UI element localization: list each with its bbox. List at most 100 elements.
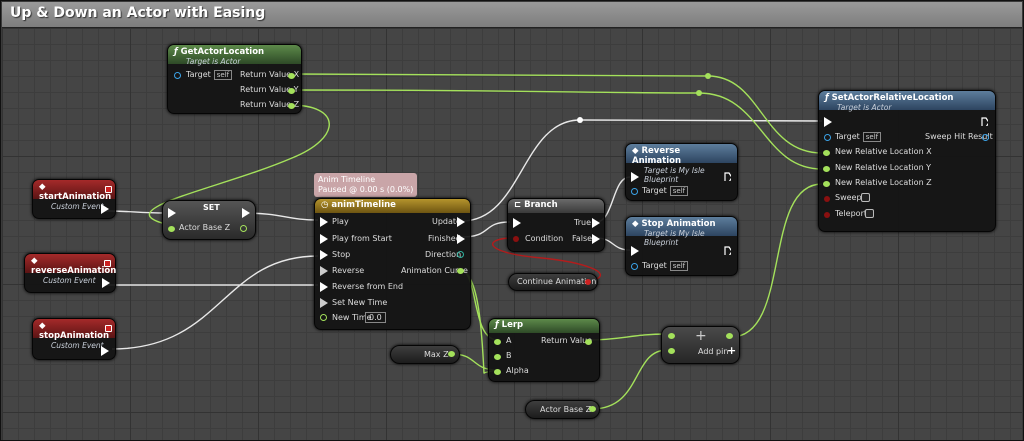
return-z-pin[interactable] [288, 103, 295, 109]
a-pin[interactable] [494, 339, 501, 345]
true-pin[interactable] [592, 218, 600, 228]
direction-pin[interactable] [457, 251, 464, 258]
self-box[interactable]: self [669, 261, 689, 271]
return-x-pin[interactable] [288, 73, 295, 79]
exec-in-pin[interactable] [631, 172, 639, 182]
condition-label: Condition [525, 234, 564, 243]
sweep-pin[interactable] [824, 196, 830, 202]
animation-curve-pin[interactable] [457, 268, 464, 274]
loc-z-pin[interactable] [823, 181, 830, 187]
new-time-input[interactable]: 0.0 [365, 312, 386, 323]
loc-x-label: New Relative Location X [835, 147, 932, 156]
actor-base-z-var[interactable]: Actor Base Z [525, 400, 600, 419]
exec-out-pin[interactable] [981, 117, 988, 126]
exec-in-pin[interactable] [168, 208, 176, 218]
reverse-node-subtitle: Target is My Isle Blueprint [644, 166, 705, 184]
branch-title: Branch [524, 200, 558, 210]
get-actor-location-node[interactable]: ƒ GetActorLocation Target is Actor Target… [167, 44, 302, 114]
target-label: Target [186, 70, 211, 79]
reverse-animation-event[interactable]: ◆ reverseAnimation Custom Event [24, 253, 116, 293]
play-from-start-pin[interactable] [320, 234, 328, 244]
teleport-checkbox[interactable] [865, 209, 874, 218]
set-node[interactable]: SET Actor Base Z [162, 200, 256, 240]
exec-in-pin[interactable] [631, 246, 639, 256]
add-in-a-pin[interactable] [668, 333, 675, 339]
sweep-hit-pin[interactable] [982, 134, 989, 141]
return-y-pin[interactable] [288, 88, 295, 94]
target-pin[interactable] [824, 134, 831, 141]
exec-out-pin[interactable] [101, 204, 109, 214]
delegate-pin[interactable] [105, 186, 112, 193]
target-pin[interactable] [631, 263, 638, 270]
actor-base-z-var-label: Actor Base Z [540, 405, 592, 414]
exec-out-pin[interactable] [102, 278, 110, 288]
sweep-checkbox[interactable] [861, 193, 870, 202]
loc-y-pin[interactable] [823, 166, 830, 172]
add-in-b-pin[interactable] [668, 348, 675, 354]
return-value-pin[interactable] [585, 339, 592, 345]
actor-base-z-in-pin[interactable] [168, 226, 175, 232]
reroute-x [705, 73, 711, 79]
teleport-label: Teleport [835, 209, 867, 218]
loc-x-pin[interactable] [823, 150, 830, 156]
finished-pin[interactable] [457, 234, 465, 244]
lerp-node[interactable]: ƒ Lerp A B Alpha Return Value [488, 318, 600, 382]
target-pin[interactable] [174, 72, 181, 79]
reverse-from-end-pin[interactable] [320, 282, 328, 292]
add-pin-button[interactable]: + [727, 344, 736, 357]
anim-timeline-node[interactable]: ◷ animTimeline Play Play from Start Stop… [314, 198, 471, 330]
delegate-pin[interactable] [105, 325, 112, 332]
exec-out-pin[interactable] [242, 208, 250, 218]
alpha-label: Alpha [506, 366, 529, 375]
actor-base-z-var-pin[interactable] [589, 406, 596, 412]
b-pin[interactable] [494, 354, 501, 360]
sweep-label: Sweep [835, 193, 862, 202]
teleport-pin[interactable] [824, 212, 830, 218]
play-pin[interactable] [320, 217, 328, 227]
false-pin[interactable] [592, 234, 600, 244]
new-time-pin[interactable] [320, 314, 327, 321]
set-new-time-pin[interactable] [320, 298, 328, 308]
set-relative-title: SetActorRelativeLocation [831, 93, 954, 103]
continue-animation-pin[interactable] [585, 279, 591, 285]
max-z-pin[interactable] [448, 351, 455, 357]
lerp-title: Lerp [501, 320, 524, 330]
target-pin[interactable] [631, 188, 638, 195]
delegate-pin[interactable] [104, 260, 111, 267]
wire-add-z [730, 183, 823, 338]
finished-label: Finished [428, 234, 461, 243]
continue-animation-var[interactable]: Continue Animation [508, 273, 598, 291]
set-relative-subtitle: Target is Actor [837, 103, 892, 112]
self-box[interactable]: self [669, 186, 689, 196]
reverse-animation-node[interactable]: ◆ Reverse Animation Target is My Isle Blu… [625, 143, 738, 201]
condition-pin[interactable] [513, 236, 519, 242]
start-anim-title: startAnimation [39, 192, 112, 202]
blueprint-graph[interactable]: ƒ GetActorLocation Target is Actor Target… [2, 28, 1022, 440]
actor-base-z-out-pin[interactable] [240, 225, 247, 232]
reverse-label: Reverse [332, 266, 365, 275]
exec-out-pin[interactable] [724, 246, 731, 255]
stop-animation-event[interactable]: ◆ stopAnimation Custom Event [32, 318, 116, 360]
set-actor-relative-location-node[interactable]: ƒ SetActorRelativeLocation Target is Acto… [818, 90, 996, 232]
exec-out-pin[interactable] [101, 346, 109, 356]
start-animation-event[interactable]: ◆ startAnimation Custom Event [32, 179, 116, 219]
self-box[interactable]: self [862, 132, 882, 142]
update-pin[interactable] [457, 217, 465, 227]
play-from-start-label: Play from Start [332, 234, 392, 243]
add-node[interactable]: + Add pin + [661, 326, 740, 364]
self-box[interactable]: self [213, 70, 233, 80]
wire-y [289, 89, 823, 170]
max-z-var[interactable]: Max Z [390, 345, 460, 364]
alpha-pin[interactable] [494, 369, 501, 375]
reverse-pin[interactable] [320, 266, 328, 276]
exec-out-pin[interactable] [724, 172, 731, 181]
stop-animation-node[interactable]: ◆ Stop Animation Target is My Isle Bluepr… [625, 216, 738, 276]
branch-node[interactable]: ⊏ Branch Condition True False [507, 198, 605, 252]
tooltip-line-2: Paused @ 0.00 s (0.0%) [318, 185, 414, 194]
exec-in-pin[interactable] [513, 218, 521, 228]
add-out-pin[interactable] [726, 333, 733, 339]
exec-in-pin[interactable] [824, 117, 832, 127]
true-label: True [574, 218, 591, 227]
stop-pin[interactable] [320, 250, 328, 260]
max-z-label: Max Z [424, 350, 449, 359]
